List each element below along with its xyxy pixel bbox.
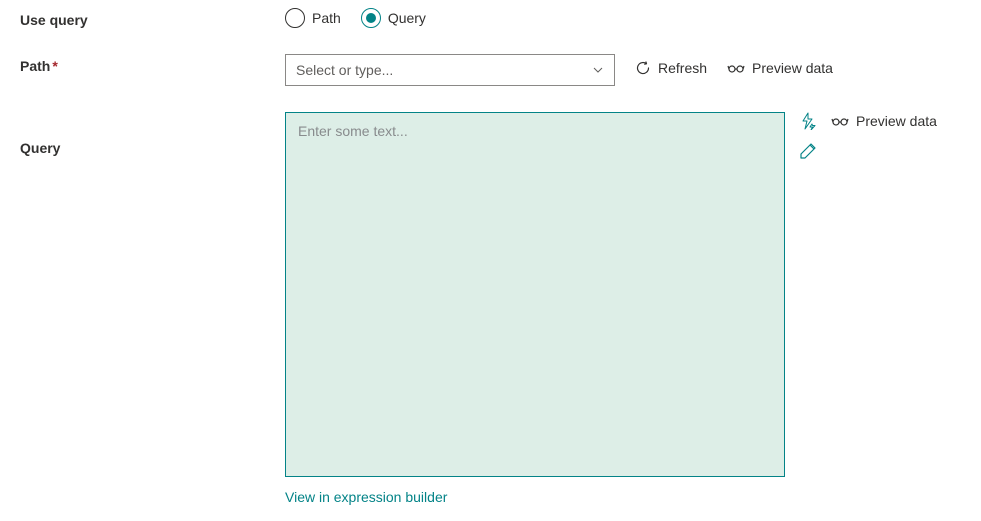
path-controls: Select or type... Refresh Preview data (285, 54, 961, 86)
use-query-controls: Path Query (285, 8, 961, 28)
required-asterisk: * (52, 58, 57, 74)
query-controls: Preview data (285, 112, 961, 477)
row-path: Path* Select or type... Refresh Preview … (20, 54, 961, 86)
radio-path[interactable]: Path (285, 8, 341, 28)
label-use-query: Use query (20, 8, 285, 28)
preview-data-query-button[interactable]: Preview data (831, 113, 937, 129)
radio-circle-selected-icon (361, 8, 381, 28)
refresh-icon (635, 60, 651, 76)
query-side-row-2 (799, 142, 937, 160)
row-query: Query Preview data (20, 112, 961, 477)
preview-data-path-label: Preview data (752, 60, 833, 76)
chevron-down-icon (592, 64, 604, 76)
query-side-row-1: Preview data (799, 112, 937, 130)
label-path: Path* (20, 54, 285, 74)
expression-builder-link[interactable]: View in expression builder (285, 489, 961, 505)
radio-circle-icon (285, 8, 305, 28)
query-side-actions: Preview data (799, 112, 937, 160)
path-select-placeholder: Select or type... (296, 62, 393, 78)
radio-query-label: Query (388, 10, 426, 26)
glasses-icon (727, 61, 745, 75)
preview-data-path-button[interactable]: Preview data (727, 54, 833, 76)
edit-button[interactable] (799, 142, 817, 160)
radio-query[interactable]: Query (361, 8, 426, 28)
radio-path-label: Path (312, 10, 341, 26)
row-use-query: Use query Path Query (20, 8, 961, 28)
lightning-icon (799, 112, 817, 130)
preview-data-query-label: Preview data (856, 113, 937, 129)
glasses-icon (831, 114, 849, 128)
refresh-label: Refresh (658, 60, 707, 76)
pencil-icon (799, 142, 817, 160)
lightning-button[interactable] (799, 112, 817, 130)
path-select[interactable]: Select or type... (285, 54, 615, 86)
label-query: Query (20, 112, 285, 156)
use-query-radio-group: Path Query (285, 8, 426, 28)
refresh-button[interactable]: Refresh (635, 54, 707, 76)
label-path-text: Path (20, 58, 50, 74)
query-textarea[interactable] (285, 112, 785, 477)
